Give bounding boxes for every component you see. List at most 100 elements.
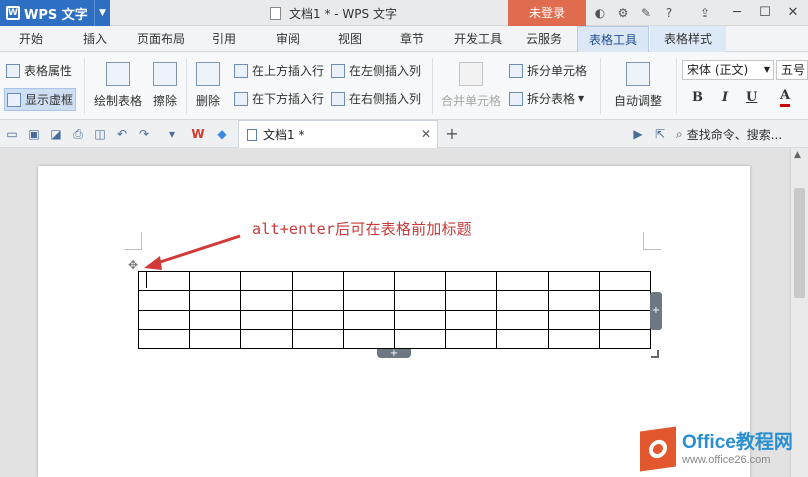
table-cell[interactable] xyxy=(598,290,652,311)
table-resize-handle[interactable] xyxy=(651,350,659,358)
table-cell[interactable] xyxy=(598,309,652,330)
table-cell[interactable] xyxy=(240,328,293,350)
insert-row-below-button[interactable]: 在下方插入行 xyxy=(234,90,324,107)
table-cell[interactable] xyxy=(342,309,395,330)
command-search-input[interactable]: ⌕ 查找命令、搜索... xyxy=(676,124,808,144)
table-cell[interactable] xyxy=(393,290,447,311)
app-menu-button[interactable]: W WPS 文字 ▼ xyxy=(0,0,110,26)
table-cell[interactable] xyxy=(393,270,447,292)
pen-icon[interactable]: ✎ xyxy=(637,4,655,22)
table-cell[interactable] xyxy=(547,328,600,350)
export-pdf-icon[interactable]: ◪ xyxy=(48,126,64,142)
tab-home[interactable]: 开始 xyxy=(6,26,56,52)
merge-cells-button[interactable]: 合并单元格 xyxy=(438,62,504,109)
print-preview-icon[interactable]: ◫ xyxy=(92,126,108,142)
table-cell[interactable] xyxy=(547,309,600,330)
show-gridlines-toggle[interactable]: 显示虚框 xyxy=(4,88,77,111)
table-cell[interactable] xyxy=(547,290,600,311)
skin-icon[interactable]: ◐ xyxy=(591,4,609,22)
minimize-button[interactable]: ─ xyxy=(722,0,752,26)
table-cell[interactable] xyxy=(291,290,344,311)
table-cell[interactable] xyxy=(547,270,600,292)
table-cell[interactable] xyxy=(445,290,498,311)
tab-page-layout[interactable]: 页面布局 xyxy=(132,26,190,52)
table-properties-button[interactable]: 表格属性 xyxy=(6,62,72,79)
insert-col-left-button[interactable]: 在左侧插入列 xyxy=(331,62,421,79)
tab-insert[interactable]: 插入 xyxy=(70,26,120,52)
bold-button[interactable]: B xyxy=(692,90,703,105)
table-move-handle-icon[interactable]: ✥ xyxy=(126,258,140,272)
table-cell[interactable] xyxy=(598,270,652,292)
table-cell[interactable] xyxy=(342,290,395,311)
tab-references[interactable]: 引用 xyxy=(202,26,246,52)
new-tab-icon[interactable]: + xyxy=(444,126,460,142)
customize-dropdown-icon[interactable]: ▾ xyxy=(164,126,180,142)
split-cells-button[interactable]: 拆分单元格 xyxy=(509,62,587,79)
redo-icon[interactable]: ↷ xyxy=(136,126,152,142)
table-cell[interactable] xyxy=(240,309,293,330)
table-cell[interactable] xyxy=(291,328,344,350)
tab-review[interactable]: 审阅 xyxy=(264,26,312,52)
table-cell[interactable] xyxy=(240,270,293,292)
table-cell[interactable] xyxy=(189,328,242,350)
fullscreen-icon[interactable]: ⇪ xyxy=(696,4,714,22)
table-cell[interactable] xyxy=(291,270,344,292)
tab-table-style[interactable]: 表格样式 xyxy=(650,26,726,52)
undo-icon[interactable]: ↶ xyxy=(114,126,130,142)
print-icon[interactable]: ⎙ xyxy=(70,126,86,142)
tab-view[interactable]: 视图 xyxy=(326,26,374,52)
login-button[interactable]: 未登录 xyxy=(508,0,586,26)
table-cell[interactable] xyxy=(393,309,447,330)
table-cell[interactable] xyxy=(291,309,344,330)
eraser-button[interactable]: 擦除 xyxy=(148,62,182,109)
table-cell[interactable] xyxy=(496,290,549,311)
document-table[interactable] xyxy=(137,270,652,350)
wps-home-icon[interactable]: W xyxy=(190,126,206,142)
cube-icon[interactable]: ◆ xyxy=(214,126,230,142)
draw-table-button[interactable]: 绘制表格 xyxy=(90,62,146,109)
slideshow-icon[interactable]: ▶ xyxy=(630,126,646,142)
table-cell[interactable] xyxy=(189,270,242,292)
table-cell[interactable] xyxy=(445,328,498,350)
table-cell[interactable] xyxy=(137,290,191,311)
table-cell[interactable] xyxy=(393,328,447,350)
help-icon[interactable]: ? xyxy=(660,4,678,22)
underline-button[interactable]: U xyxy=(746,90,757,105)
auto-fit-button[interactable]: 自动调整 xyxy=(606,62,670,109)
table-cell[interactable] xyxy=(445,270,498,292)
scroll-up-icon[interactable]: ▲ xyxy=(794,150,801,160)
insert-row-above-button[interactable]: 在上方插入行 xyxy=(234,62,324,79)
font-color-button[interactable]: A xyxy=(780,88,791,107)
table-cell[interactable] xyxy=(342,270,395,292)
font-size-select[interactable]: 五号 xyxy=(776,60,808,80)
italic-button[interactable]: I xyxy=(722,90,728,105)
table-cell[interactable] xyxy=(342,328,395,350)
table-cell[interactable] xyxy=(189,290,242,311)
table-cell[interactable] xyxy=(496,328,549,350)
split-table-button[interactable]: 拆分表格 ▼ xyxy=(509,90,584,107)
table-cell[interactable] xyxy=(598,328,652,350)
settings-icon[interactable]: ⚙ xyxy=(614,4,632,22)
app-menu-dropdown-icon[interactable]: ▼ xyxy=(94,0,110,26)
close-button[interactable]: ✕ xyxy=(778,0,808,26)
maximize-button[interactable]: ☐ xyxy=(750,0,780,26)
table-cell[interactable] xyxy=(137,328,191,350)
share-icon[interactable]: ⇱ xyxy=(652,126,668,142)
add-row-button[interactable]: + xyxy=(377,349,411,359)
scrollbar-thumb[interactable] xyxy=(794,188,805,298)
delete-button[interactable]: 删除 xyxy=(188,62,228,109)
open-icon[interactable]: ▭ xyxy=(4,126,20,142)
table-cell[interactable] xyxy=(445,309,498,330)
tab-table-tools[interactable]: 表格工具 xyxy=(577,26,649,52)
tab-developer[interactable]: 开发工具 xyxy=(448,26,508,52)
table-cell[interactable] xyxy=(137,309,191,330)
insert-col-right-button[interactable]: 在右侧插入列 xyxy=(331,90,421,107)
close-tab-icon[interactable]: ✕ xyxy=(421,127,431,141)
document-tab[interactable]: 文档1 * ✕ xyxy=(238,120,438,148)
add-column-button[interactable]: + xyxy=(650,292,662,330)
table-cell[interactable] xyxy=(496,270,549,292)
table-cell[interactable] xyxy=(189,309,242,330)
font-name-select[interactable]: 宋体 (正文) ▼ xyxy=(682,60,774,80)
save-icon[interactable]: ▣ xyxy=(26,126,42,142)
table-cell[interactable] xyxy=(496,309,549,330)
